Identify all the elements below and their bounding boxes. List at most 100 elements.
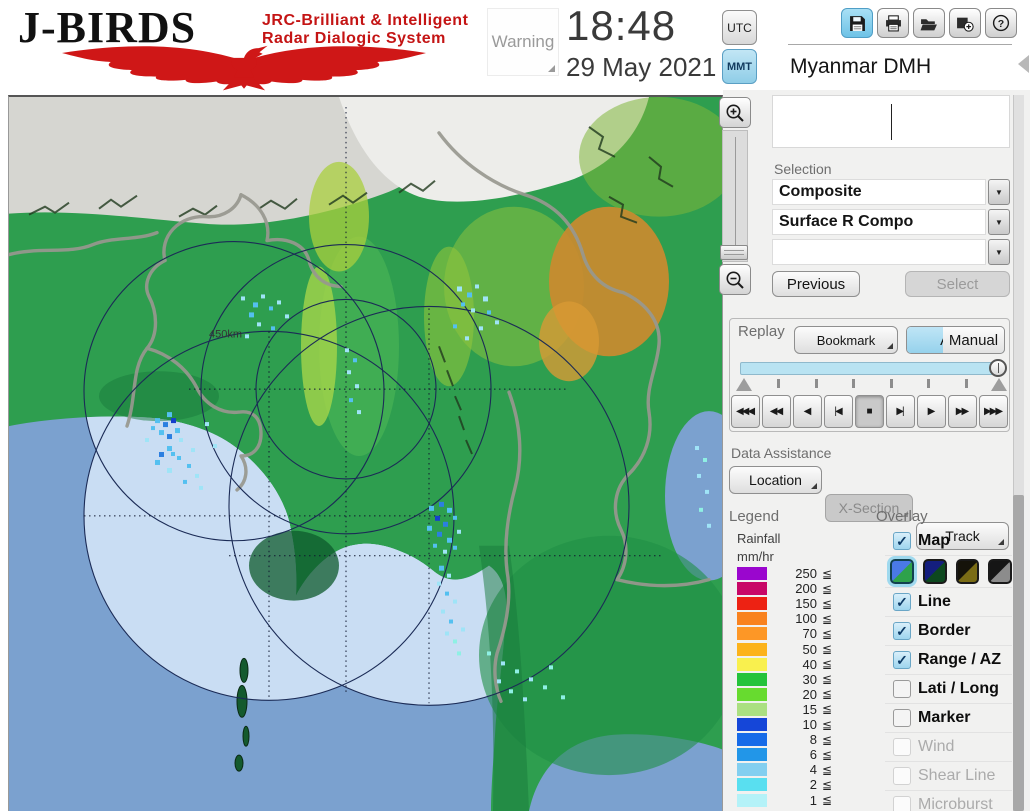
legend-swatch — [737, 567, 767, 580]
legend-value: 30 — [802, 671, 817, 687]
zoom-in-button[interactable] — [719, 97, 751, 128]
legend-lte-sign: ≦ — [822, 672, 833, 687]
legend-swatch — [737, 687, 767, 701]
overlay-item-wind[interactable]: Wind — [885, 733, 1012, 762]
legend-swatch — [737, 582, 767, 596]
help-button[interactable]: ? — [985, 8, 1017, 38]
legend-value: 6 — [809, 747, 817, 763]
legend-swatch — [737, 793, 767, 807]
overlay-item-shear-line[interactable]: Shear Line — [885, 762, 1012, 791]
legend-level-70: 70 ≦ — [737, 626, 832, 641]
legend-lte-sign: ≦ — [822, 777, 833, 792]
overlay-item-label: Microburst — [918, 796, 993, 811]
legend-lte-sign: ≦ — [822, 611, 833, 626]
legend-value: 200 — [795, 581, 817, 597]
legend-lte-sign: ≦ — [822, 762, 833, 777]
legend-value: 2 — [809, 777, 817, 793]
legend-level-1: 1 ≦ — [737, 793, 832, 808]
play-button[interactable]: ▶ — [917, 395, 946, 428]
save-button[interactable] — [841, 8, 873, 38]
legend-level-15: 15 ≦ — [737, 702, 832, 717]
fast-forward-3-button[interactable]: ▶▶▶ — [979, 395, 1008, 428]
legend-value: 70 — [802, 626, 817, 642]
zoom-in-icon — [726, 104, 744, 122]
capture-button[interactable] — [949, 8, 981, 38]
zoom-out-button[interactable] — [719, 264, 751, 295]
legend-lte-sign: ≦ — [822, 596, 833, 611]
product-dropdown-arrow-icon[interactable]: ▼ — [988, 179, 1010, 205]
unchecked-checkbox[interactable] — [893, 767, 911, 785]
select-button[interactable]: Select — [905, 271, 1010, 297]
legend-lte-sign: ≦ — [822, 642, 833, 656]
map-style-1[interactable] — [890, 559, 914, 584]
legend-lte-sign: ≦ — [822, 581, 833, 596]
legend-swatch — [737, 702, 767, 716]
legend-value: 1 — [809, 792, 817, 808]
legend-lte-sign: ≦ — [822, 732, 833, 747]
replay-tick — [889, 379, 893, 388]
checked-checkbox[interactable]: ✓ — [893, 532, 911, 550]
legend-lte-sign: ≦ — [822, 702, 833, 717]
overlay-item-label: Line — [918, 593, 951, 610]
overlay-item-border[interactable]: ✓ Border — [885, 617, 1012, 646]
warning-label: Warning — [491, 32, 555, 51]
legend-level-100: 100 ≦ — [737, 611, 832, 626]
legend-lte-sign: ≦ — [822, 657, 833, 672]
unchecked-checkbox[interactable] — [893, 738, 911, 756]
overlay-item-map[interactable]: ✓ Map — [885, 527, 1012, 556]
fast-forward-2-button[interactable]: ▶▶ — [948, 395, 977, 428]
panel-collapse-arrow[interactable] — [1018, 55, 1029, 73]
legend-level-200: 200 ≦ — [737, 581, 832, 596]
legend-value: 40 — [802, 656, 817, 672]
right-panel: Selection Composite ▼ Surface R Compo ▼ … — [723, 90, 1030, 811]
overlay-item-lati-long[interactable]: Lati / Long — [885, 675, 1012, 704]
utc-button[interactable]: UTC — [722, 10, 757, 45]
manual-button[interactable]: Manual — [943, 327, 1004, 353]
legend-level-20: 20 ≦ — [737, 687, 832, 702]
legend-swatch — [737, 627, 767, 641]
checked-checkbox[interactable]: ✓ — [893, 593, 911, 611]
radar-map[interactable]: 450km — [8, 95, 723, 811]
overlay-item-microburst[interactable]: Microburst — [885, 791, 1012, 811]
checked-checkbox[interactable]: ✓ — [893, 622, 911, 640]
overlay-item-label: Marker — [918, 709, 971, 726]
print-button[interactable] — [877, 8, 909, 38]
unchecked-checkbox[interactable] — [893, 680, 911, 698]
map-style-4[interactable] — [988, 559, 1012, 584]
legend-swatch — [737, 597, 767, 611]
map-style-2[interactable] — [922, 559, 947, 584]
subproduct-dropdown-arrow-icon[interactable]: ▼ — [988, 209, 1010, 235]
mmt-button[interactable]: MMT — [722, 49, 757, 84]
jbirds-app: J-BIRDS JRC-Brilliant & Intelligent Rada… — [0, 0, 1030, 811]
station-name: Myanmar DMH — [790, 55, 932, 78]
legend-level-50: 50 ≦ — [737, 642, 832, 657]
checked-checkbox[interactable]: ✓ — [893, 651, 911, 669]
overlay-item-label: Lati / Long — [918, 680, 999, 697]
clock-date: 29 May 2021 — [566, 52, 717, 82]
zoom-slider-handle[interactable] — [720, 245, 748, 260]
skip-to-end-button[interactable]: ▶| — [886, 395, 915, 428]
replay-end-marker[interactable] — [991, 378, 1007, 391]
warning-panel[interactable]: Warning — [487, 8, 559, 76]
legend-level-30: 30 ≦ — [737, 672, 832, 687]
panel-scrollbar-thumb[interactable] — [1013, 495, 1024, 811]
legend-lte-sign: ≦ — [822, 793, 833, 807]
map-style-3[interactable] — [955, 559, 980, 584]
legend-swatch — [737, 748, 767, 762]
replay-slider-handle[interactable] — [989, 359, 1007, 377]
unchecked-checkbox[interactable] — [893, 796, 911, 811]
legend-value: 150 — [795, 596, 817, 612]
overlay-item-range-az[interactable]: ✓ Range / AZ — [885, 646, 1012, 675]
overlay-list: ✓ Map ✓ Line ✓ Border ✓ Range / AZ Lati / Long Ma… — [885, 527, 1012, 811]
eagle-icon — [62, 45, 426, 91]
legend-lte-sign: ≦ — [822, 626, 833, 641]
unchecked-checkbox[interactable] — [893, 709, 911, 727]
overlay-item-label: Map — [918, 532, 950, 549]
extra-dropdown-arrow-icon[interactable]: ▼ — [988, 239, 1010, 265]
overlay-item-line[interactable]: ✓ Line — [885, 588, 1012, 617]
open-folder-button[interactable] — [913, 8, 945, 38]
legend-swatch — [737, 642, 767, 656]
overlay-item-marker[interactable]: Marker — [885, 704, 1012, 733]
toolbar-separator — [788, 44, 1012, 45]
zoom-slider-track[interactable] — [722, 130, 748, 262]
